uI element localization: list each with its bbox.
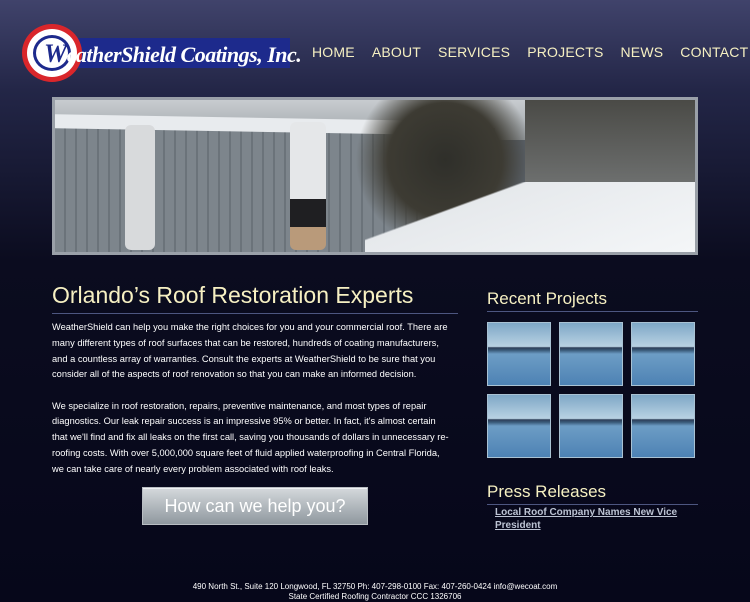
- worker-figure: [290, 122, 326, 250]
- press-release-link[interactable]: Local Roof Company Names New Vice Presid…: [495, 507, 695, 532]
- press-releases-title: Press Releases: [487, 482, 698, 505]
- company-logo[interactable]: WeatherShield Coatings, Inc.: [22, 24, 302, 82]
- nav-news[interactable]: NEWS: [620, 44, 663, 60]
- project-thumbnail[interactable]: [559, 322, 623, 386]
- hero-image: [52, 97, 698, 255]
- recent-projects-title: Recent Projects: [487, 289, 698, 312]
- project-thumbnails: [487, 322, 699, 458]
- nav-about[interactable]: ABOUT: [372, 44, 421, 60]
- logo-text: WeatherShield Coatings, Inc.: [44, 39, 302, 68]
- project-thumbnail[interactable]: [487, 322, 551, 386]
- main-nav: HOME ABOUT SERVICES PROJECTS NEWS CONTAC…: [312, 44, 750, 60]
- help-button[interactable]: How can we help you?: [142, 487, 368, 525]
- project-thumbnail[interactable]: [487, 394, 551, 458]
- footer: 490 North St., Suite 120 Longwood, FL 32…: [0, 582, 750, 601]
- project-thumbnail[interactable]: [559, 394, 623, 458]
- nav-contact[interactable]: CONTACT: [680, 44, 748, 60]
- page-title: Orlando’s Roof Restoration Experts: [52, 282, 458, 314]
- project-thumbnail[interactable]: [631, 322, 695, 386]
- intro-text: WeatherShield can help you make the righ…: [52, 320, 452, 493]
- intro-paragraph: WeatherShield can help you make the righ…: [52, 322, 448, 380]
- nav-home[interactable]: HOME: [312, 44, 355, 60]
- worker-figure: [125, 125, 155, 250]
- nav-projects[interactable]: PROJECTS: [527, 44, 603, 60]
- hero-white-roof: [365, 182, 695, 252]
- footer-address: 490 North St., Suite 120 Longwood, FL 32…: [192, 582, 558, 591]
- intro-paragraph: We specialize in roof restoration, repai…: [52, 400, 449, 474]
- footer-license: State Certified Roofing Contractor CCC 1…: [288, 591, 462, 601]
- project-thumbnail[interactable]: [631, 394, 695, 458]
- nav-services[interactable]: SERVICES: [438, 44, 510, 60]
